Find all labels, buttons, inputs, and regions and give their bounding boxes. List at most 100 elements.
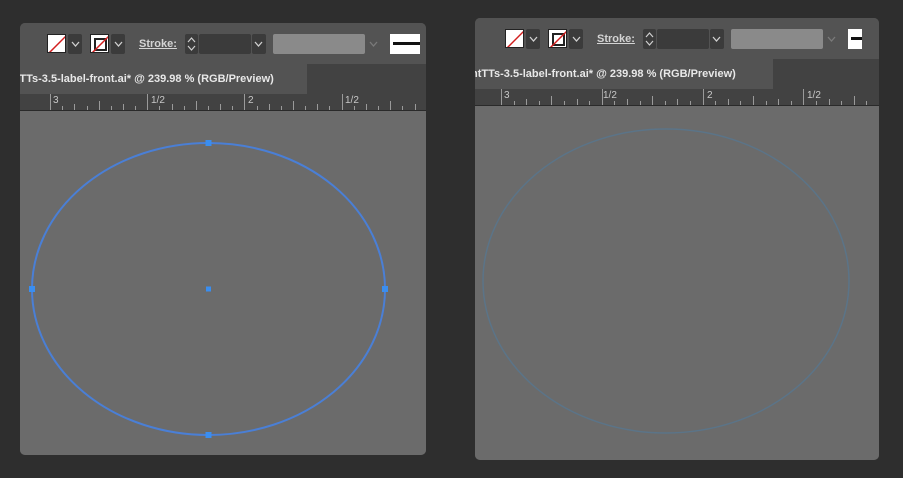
stroke-swatch[interactable] [90,34,109,53]
control-toolbar: Stroke: [20,23,426,64]
ruler-tick [414,104,416,110]
ruler-tick [329,106,331,110]
ruler-tick [171,104,173,110]
ruler-label: 3 [53,95,59,106]
stroke-weight-input[interactable] [656,28,709,49]
chevron-down-icon [529,36,537,42]
ruler-tick [816,101,817,105]
chevron-down-icon [827,36,836,42]
stroke-dropdown[interactable] [569,28,583,49]
stroke-weight-dropdown[interactable] [709,28,724,49]
ruler-tick [98,101,100,110]
center-point[interactable] [206,286,211,292]
ruler-tick [50,94,51,110]
ruler-tick [778,99,780,105]
ruler-tick [853,96,855,105]
fill-dropdown[interactable] [526,28,540,49]
ruler-tick [841,101,843,105]
stroke-weight-stepper[interactable] [184,33,198,54]
ruler-tick [220,104,222,110]
ruler-tick [135,106,137,110]
stroke-style-field[interactable] [730,28,823,49]
ruler-tick [268,104,270,110]
ruler-tick [614,101,616,105]
canvas-drawing [29,140,388,438]
fill-swatch[interactable] [505,29,524,48]
fill-dropdown[interactable] [68,33,82,54]
stroke-weight-dropdown[interactable] [251,33,266,54]
ruler-label: 1/2 [345,95,359,106]
ruler-tick [74,104,76,110]
stroke-weight-stepper[interactable] [642,28,656,49]
no-stroke-swatch-icon [549,30,566,47]
anchor-point-bottom[interactable] [205,432,212,438]
ruler-tick [828,99,830,105]
artboard-canvas[interactable] [20,111,426,455]
ruler-tick [244,94,246,110]
ruler-label: 2 [707,90,713,101]
ruler-label: 1/2 [151,95,165,106]
ruler-tick [365,104,367,110]
anchor-point-top[interactable] [205,140,212,146]
stroke-style-dropdown[interactable] [366,34,382,54]
up-down-arrows-icon [645,31,654,46]
stroke-profile-preview[interactable] [847,28,862,49]
stroke-label[interactable]: Stroke: [597,33,635,45]
ruler-tick [208,106,209,110]
ruler-tick [341,94,343,110]
canvas-drawing [482,128,850,434]
ruler-tick [86,106,88,110]
ruler-tick [293,101,294,110]
stroke-weight-input[interactable] [198,33,251,54]
ruler-tick [513,101,515,105]
anchor-point-left[interactable] [29,286,35,292]
ruler-tick [183,106,185,110]
ruler-tick [627,99,628,105]
stroke-profile-preview[interactable] [389,33,420,54]
anchor-point-right[interactable] [382,286,388,292]
ruler-tick [677,99,679,105]
horizontal-ruler[interactable]: 3 1/2 2 1/2 [20,94,426,111]
ruler-tick [790,101,792,105]
ruler-tick [589,101,591,105]
control-toolbar: Stroke: [475,18,879,59]
ruler-tick [727,99,729,105]
ruler-tick [159,106,161,110]
ruler-tick [652,96,654,105]
ruler-tick [317,104,319,110]
chevron-down-icon [572,36,580,42]
ruler-tick [639,101,641,105]
ruler-tick [256,106,258,110]
chevron-down-icon [254,41,263,47]
ruler-tick [353,106,355,110]
chevron-down-icon [114,41,122,47]
no-fill-swatch-icon [48,35,65,52]
ruler-tick [147,94,149,110]
document-tab[interactable]: ntTTs-3.5-label-front.ai* @ 239.98 % (RG… [20,64,307,94]
document-tab[interactable]: ntTTs-3.5-label-front.ai* @ 239.98 % (RG… [475,59,773,89]
stroke-dropdown[interactable] [111,33,125,54]
unselected-ellipse[interactable] [482,128,850,434]
horizontal-ruler[interactable]: 3 1/2 2 1/2 [475,89,879,106]
ruler-tick [564,101,565,105]
chevron-down-icon [71,41,79,47]
ruler-tick [715,101,717,105]
ruler-tick [664,101,666,105]
stroke-label[interactable]: Stroke: [139,38,177,50]
ruler-tick [526,99,528,105]
chevron-down-icon [712,36,721,42]
right-window: Stroke: ntTTs-3.5-label-front.ai* @ 239.… [475,18,879,460]
ruler-tick [390,101,392,110]
document-tab-bar: ntTTs-3.5-label-front.ai* @ 239.98 % (RG… [475,59,879,89]
document-tab-bar: ntTTs-3.5-label-front.ai* @ 239.98 % (RG… [20,64,426,94]
ruler-tick [195,101,197,110]
up-down-arrows-icon [187,36,196,51]
stroke-style-dropdown[interactable] [824,29,840,49]
fill-swatch[interactable] [47,34,66,53]
no-stroke-swatch-icon [91,35,108,52]
stroke-style-field[interactable] [272,33,365,54]
document-tab-title: ntTTs-3.5-label-front.ai* @ 239.98 % (RG… [475,68,736,80]
stroke-swatch[interactable] [548,29,567,48]
ruler-tick [690,101,691,105]
artboard-canvas[interactable] [475,106,879,460]
